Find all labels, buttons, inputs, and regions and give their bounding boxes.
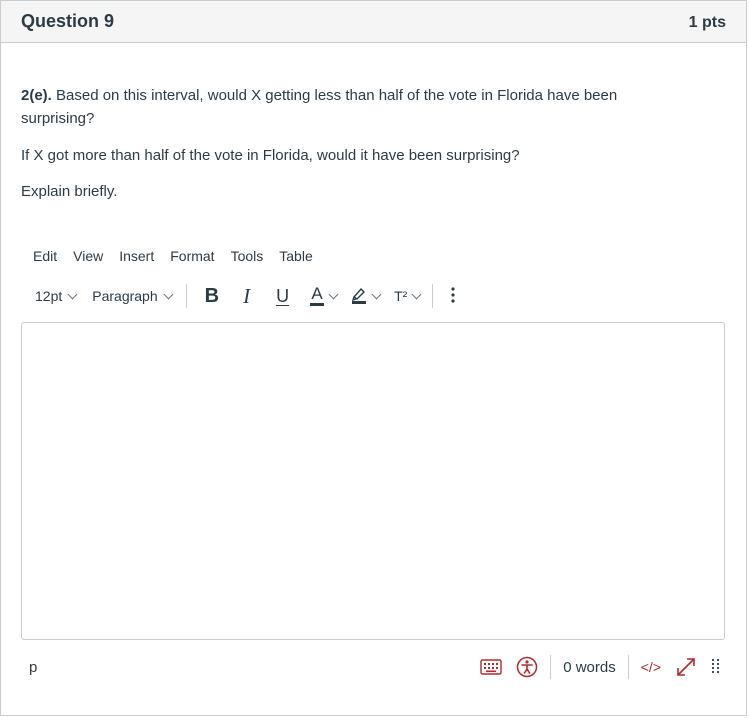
fullscreen-icon[interactable] (675, 656, 697, 678)
menu-view[interactable]: View (73, 248, 103, 264)
menu-insert[interactable]: Insert (119, 248, 154, 264)
question-text-1: Based on this interval, would X getting … (21, 87, 618, 127)
question-prompt-2: If X got more than half of the vote in F… (21, 147, 520, 164)
menu-format[interactable]: Format (170, 248, 214, 264)
block-format-dropdown[interactable]: Paragraph (92, 288, 174, 304)
highlight-color-button[interactable] (351, 286, 382, 307)
underline-button[interactable]: U (276, 286, 289, 307)
superscript-button[interactable]: T² (394, 288, 422, 304)
text-color-icon: A (310, 284, 325, 306)
chevron-down-icon (411, 289, 422, 299)
toolbar-separator (432, 284, 434, 308)
question-header: Question 9 1 pts (1, 1, 746, 43)
word-count[interactable]: 0 words (563, 659, 616, 676)
menu-table[interactable]: Table (279, 248, 312, 264)
status-right-group: 0 words </> (480, 652, 721, 682)
editor-content[interactable] (22, 323, 724, 639)
chevron-down-icon (371, 289, 382, 299)
toolbar-separator (185, 284, 187, 308)
text-color-swatch (310, 303, 325, 306)
keyboard-shortcuts-icon[interactable] (480, 659, 502, 675)
italic-icon: I (243, 283, 251, 308)
html-editor-icon[interactable]: </> (641, 659, 661, 675)
bold-icon: B (204, 284, 220, 307)
rich-text-editor[interactable] (21, 322, 725, 640)
text-color-button[interactable]: A (310, 284, 339, 306)
bold-button[interactable]: B (205, 285, 219, 308)
menu-tools[interactable]: Tools (231, 248, 264, 264)
block-format-value: Paragraph (92, 288, 158, 304)
font-size-value: 12pt (35, 288, 63, 304)
status-separator (550, 655, 552, 679)
question-label: 2(e). (21, 87, 52, 104)
chevron-down-icon (67, 289, 78, 299)
chevron-down-icon (163, 289, 174, 299)
resize-handle-icon[interactable] (711, 658, 721, 676)
element-path[interactable]: p (29, 659, 37, 676)
superscript-icon: T² (394, 288, 408, 304)
italic-button[interactable]: I (243, 284, 250, 309)
question-points: 1 pts (688, 13, 726, 31)
highlight-icon (351, 286, 367, 307)
font-size-dropdown[interactable]: 12pt (35, 288, 78, 304)
text-color-glyph: A (311, 284, 323, 303)
menu-edit[interactable]: Edit (33, 248, 57, 264)
accessibility-checker-icon[interactable] (516, 656, 538, 678)
editor-statusbar: p 0 words </> (21, 650, 725, 684)
more-icon (451, 286, 455, 306)
underline-icon: U (276, 285, 290, 306)
question-prompt-3: Explain briefly. (21, 183, 118, 200)
chevron-down-icon (328, 289, 339, 299)
status-separator (627, 655, 629, 679)
question-title: Question 9 (21, 11, 115, 31)
more-button[interactable] (451, 286, 455, 306)
editor-toolbar: 12pt Paragraph B I U A T² (22, 282, 455, 310)
editor-menubar: Edit View Insert Format Tools Table (33, 248, 329, 264)
question-prompt-1: 2(e). Based on this interval, would X ge… (21, 84, 681, 130)
